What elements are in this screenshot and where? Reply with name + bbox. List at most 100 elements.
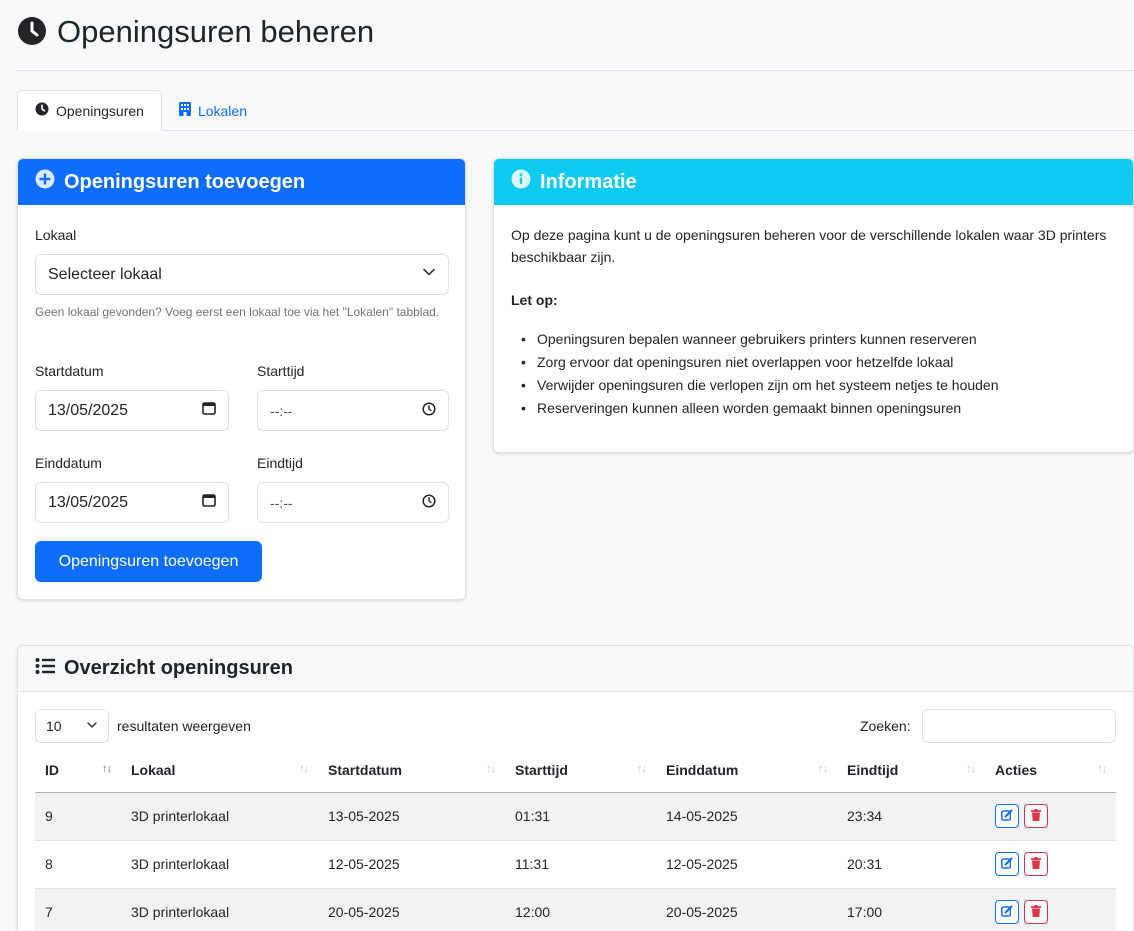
card-title: Informatie — [540, 170, 637, 193]
lokaal-select-value: Selecteer lokaal — [48, 265, 162, 283]
startdatum-label: Startdatum — [35, 363, 104, 379]
chevron-down-icon — [422, 265, 436, 284]
eindtijd-input[interactable]: --:-- — [257, 482, 449, 523]
list-item: Verwijder openingsuren die verlopen zijn… — [519, 374, 1119, 397]
sort-icon: ↑↓ — [299, 763, 309, 775]
clock-icon — [17, 16, 47, 49]
edit-button[interactable] — [995, 852, 1019, 876]
calendar-icon — [202, 401, 216, 420]
cell-acties — [985, 792, 1116, 841]
clock-icon — [422, 402, 436, 419]
cell-starttijd: 11:31 — [505, 840, 656, 889]
starttijd-label: Starttijd — [257, 363, 305, 379]
page-header: Openingsuren beheren — [17, 14, 374, 50]
plus-circle-icon — [35, 169, 55, 195]
info-note-title: Let op: — [511, 292, 558, 308]
info-intro: Op deze pagina kunt u de openingsuren be… — [511, 227, 1107, 265]
page-size-label: resultaten weergeven — [117, 718, 251, 734]
starttijd-value: --:-- — [270, 402, 293, 419]
tab-lokalen[interactable]: Lokalen — [162, 90, 264, 131]
page-size-select[interactable]: 10 — [35, 709, 109, 743]
list-item: Zorg ervoor dat openingsuren niet overla… — [519, 351, 1119, 374]
col-header-einddatum[interactable]: Einddatum ↑↓ — [656, 748, 837, 793]
delete-button[interactable] — [1024, 852, 1048, 876]
card-header: Informatie — [494, 159, 1133, 205]
edit-icon — [1001, 808, 1013, 824]
trash-icon — [1031, 808, 1041, 824]
cell-eindtijd: 17:00 — [837, 888, 985, 931]
tab-label: Openingsuren — [56, 102, 144, 119]
einddatum-input[interactable]: 13/05/2025 — [35, 482, 229, 523]
col-header-eindtijd[interactable]: Eindtijd ↑↓ — [837, 748, 985, 793]
openingsuren-table: ID ↑↓ Lokaal ↑↓ Startdatum ↑↓ Starttijd ↑↓ E… — [35, 748, 1116, 931]
list-item: Openingsuren bepalen wanneer gebruikers … — [519, 328, 1119, 351]
cell-startdatum: 12-05-2025 — [318, 840, 505, 889]
delete-button[interactable] — [1024, 804, 1048, 828]
cell-lokaal: 3D printerlokaal — [121, 792, 318, 841]
trash-icon — [1031, 856, 1041, 872]
card-title: Overzicht openingsuren — [64, 657, 293, 679]
calendar-icon — [202, 493, 216, 512]
search-input[interactable] — [922, 709, 1116, 743]
startdatum-value: 13/05/2025 — [48, 401, 129, 419]
sort-icon: ↑↓ — [966, 763, 976, 775]
add-openingsuren-card: Openingsuren toevoegen Lokaal Selecteer … — [17, 158, 466, 600]
info-circle-icon — [511, 169, 531, 195]
col-header-id[interactable]: ID ↑↓ — [35, 748, 121, 793]
cell-startdatum: 20-05-2025 — [318, 888, 505, 931]
edit-icon — [1001, 856, 1013, 872]
info-card: Informatie Op deze pagina kunt u de open… — [493, 158, 1134, 453]
trash-icon — [1031, 904, 1041, 920]
cell-lokaal: 3D printerlokaal — [121, 840, 318, 889]
cell-acties — [985, 888, 1116, 931]
list-icon — [35, 657, 55, 681]
add-openingsuren-button[interactable]: Openingsuren toevoegen — [35, 541, 262, 582]
table-header-row: ID ↑↓ Lokaal ↑↓ Startdatum ↑↓ Starttijd ↑↓ E… — [35, 748, 1116, 793]
col-header-starttijd[interactable]: Starttijd ↑↓ — [505, 748, 656, 793]
cell-starttijd: 12:00 — [505, 888, 656, 931]
cell-acties — [985, 840, 1116, 889]
starttijd-input[interactable]: --:-- — [257, 390, 449, 431]
cell-starttijd: 01:31 — [505, 792, 656, 841]
card-title: Openingsuren toevoegen — [64, 170, 306, 193]
lokaal-label: Lokaal — [35, 227, 77, 243]
einddatum-label: Einddatum — [35, 455, 102, 471]
lokaal-select[interactable]: Selecteer lokaal — [35, 254, 449, 295]
cell-einddatum: 20-05-2025 — [656, 888, 837, 931]
edit-icon — [1001, 904, 1013, 920]
sort-icon: ↑↓ — [637, 763, 647, 775]
clock-icon — [35, 102, 49, 119]
page-size-value: 10 — [46, 718, 62, 734]
title-divider — [17, 70, 1134, 71]
building-icon — [178, 102, 191, 119]
edit-button[interactable] — [995, 900, 1019, 924]
col-header-startdatum[interactable]: Startdatum ↑↓ — [318, 748, 505, 793]
cell-einddatum: 12-05-2025 — [656, 840, 837, 889]
table-row: 8 3D printerlokaal 12-05-2025 11:31 12-0… — [35, 840, 1116, 889]
cell-einddatum: 14-05-2025 — [656, 792, 837, 841]
cell-eindtijd: 23:34 — [837, 792, 985, 841]
eindtijd-value: --:-- — [270, 494, 293, 511]
cell-lokaal: 3D printerlokaal — [121, 888, 318, 931]
sort-icon: ↑↓ — [486, 763, 496, 775]
lokaal-help-text: Geen lokaal gevonden? Voeg eerst een lok… — [35, 305, 440, 319]
col-header-acties[interactable]: Acties ↑↓ — [985, 748, 1116, 793]
startdatum-input[interactable]: 13/05/2025 — [35, 390, 229, 431]
col-header-lokaal[interactable]: Lokaal ↑↓ — [121, 748, 318, 793]
list-item: Reserveringen kunnen alleen worden gemaa… — [519, 397, 1119, 420]
edit-button[interactable] — [995, 804, 1019, 828]
chevron-down-icon — [86, 718, 98, 734]
sort-icon: ↑↓ — [818, 763, 828, 775]
tab-label: Lokalen — [197, 102, 247, 119]
page-title: Openingsuren beheren — [57, 14, 375, 49]
tab-openingsuren[interactable]: Openingsuren — [17, 90, 162, 131]
cell-id: 7 — [35, 888, 121, 931]
tab-bar: Openingsuren Lokalen — [17, 90, 1134, 131]
delete-button[interactable] — [1024, 900, 1048, 924]
cell-eindtijd: 20:31 — [837, 840, 985, 889]
search-label: Zoeken: — [860, 718, 911, 734]
cell-id: 8 — [35, 840, 121, 889]
card-header: Openingsuren toevoegen — [18, 159, 465, 205]
eindtijd-label: Eindtijd — [257, 455, 303, 471]
table-row: 9 3D printerlokaal 13-05-2025 01:31 14-0… — [35, 792, 1116, 841]
